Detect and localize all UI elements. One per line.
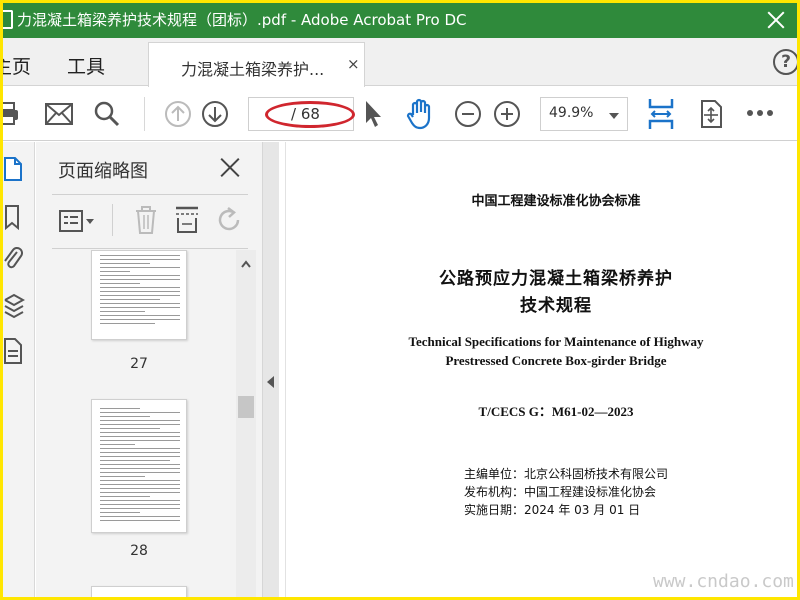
- panel-title: 页面缩略图: [58, 161, 148, 182]
- navigation-pane: [3, 142, 35, 597]
- tab-home[interactable]: 主页: [3, 52, 31, 79]
- zoom-level-select[interactable]: 49.9%: [540, 97, 628, 131]
- zoom-in-icon[interactable]: [493, 100, 521, 128]
- layers-icon[interactable]: [3, 292, 25, 320]
- rotate-icon[interactable]: [216, 206, 244, 234]
- thumbnail-page-number: 27: [130, 356, 148, 372]
- divider: [52, 248, 248, 249]
- thumbnail-page-28[interactable]: [91, 399, 187, 533]
- title-bar: 力混凝土箱梁养护技术规程（团标）.pdf - Adobe Acrobat Pro…: [3, 3, 797, 38]
- tab-row: 主页 工具 力混凝土箱梁养护... × ?: [3, 38, 797, 87]
- zoom-out-icon[interactable]: [454, 100, 482, 128]
- scrollbar-thumb[interactable]: [238, 396, 254, 418]
- bookmarks-icon[interactable]: [3, 204, 21, 230]
- print-icon[interactable]: [3, 101, 23, 127]
- thumbnail-panel: 页面缩略图 27 28: [36, 142, 262, 597]
- insert-page-icon[interactable]: [174, 206, 200, 234]
- close-panel-icon[interactable]: [218, 155, 242, 179]
- thumbnail-scrollbar[interactable]: [236, 250, 256, 597]
- doc-english-title-line2: Prestressed Concrete Box-girder Bridge: [445, 353, 667, 368]
- chief-editor: 主编单位：北京公科固桥技术有限公司: [464, 467, 669, 481]
- next-page-icon[interactable]: [201, 100, 229, 128]
- thumbnail-list: 27 28: [36, 250, 236, 597]
- select-cursor-icon[interactable]: [363, 99, 385, 129]
- doc-title-line1: 公路预应力混凝土箱梁桥养护: [439, 269, 673, 289]
- email-icon[interactable]: [45, 103, 73, 125]
- thumbnail-options-icon[interactable]: [58, 208, 98, 234]
- page-thumbnails-icon[interactable]: [3, 156, 23, 182]
- chevron-up-icon[interactable]: [240, 258, 252, 270]
- window-title: 力混凝土箱梁养护技术规程（团标）.pdf - Adobe Acrobat Pro…: [17, 11, 467, 29]
- app-document-icon: [3, 10, 13, 29]
- content-icon[interactable]: [3, 337, 23, 365]
- zoom-level-value: 49.9%: [549, 105, 594, 121]
- previous-page-icon[interactable]: [164, 100, 192, 128]
- document-view[interactable]: 中国工程建设标准化协会标准 公路预应力混凝土箱梁桥养护 技术规程 Technic…: [279, 142, 797, 597]
- standard-code: T/CECS G：M61-02—2023: [478, 404, 634, 419]
- full-screen-icon[interactable]: [697, 99, 725, 129]
- watermark-text: www.cndao.com: [653, 571, 794, 592]
- doc-english-title-line1: Technical Specifications for Maintenance…: [408, 334, 704, 349]
- publisher: 发布机构：中国工程建设标准化协会: [464, 485, 657, 499]
- more-options-icon[interactable]: [746, 109, 774, 117]
- document-page: 中国工程建设标准化协会标准 公路预应力混凝土箱梁桥养护 技术规程 Technic…: [285, 142, 797, 597]
- issuer-header: 中国工程建设标准化协会标准: [471, 194, 641, 209]
- acrobat-window: 力混凝土箱梁养护技术规程（团标）.pdf - Adobe Acrobat Pro…: [3, 3, 797, 597]
- attachments-icon[interactable]: [3, 246, 23, 272]
- effective-date: 实施日期：2024 年 03 月 01 日: [464, 503, 641, 517]
- toolbar: / 68 49.9%: [3, 87, 797, 141]
- collapse-arrow-icon[interactable]: [267, 376, 274, 388]
- thumbnail-page-number: 28: [130, 543, 148, 559]
- doc-title-line2: 技术规程: [520, 296, 592, 316]
- tab-document-label: 力混凝土箱梁养护...: [181, 60, 325, 79]
- page-total-label: / 68: [291, 105, 320, 123]
- current-page-input[interactable]: [251, 102, 281, 126]
- tab-close-icon[interactable]: ×: [347, 55, 360, 73]
- fit-width-icon[interactable]: [646, 97, 676, 131]
- window-close-button[interactable]: [763, 7, 789, 33]
- search-icon[interactable]: [94, 101, 120, 127]
- toolbar-divider: [144, 97, 145, 131]
- delete-icon[interactable]: [134, 205, 158, 235]
- hand-tool-icon[interactable]: [404, 98, 436, 130]
- thumbnail-page-27[interactable]: [91, 250, 187, 340]
- divider: [52, 194, 248, 195]
- tab-tools[interactable]: 工具: [67, 52, 105, 79]
- page-number-field[interactable]: / 68: [248, 97, 354, 131]
- tab-document[interactable]: 力混凝土箱梁养护... ×: [148, 42, 365, 87]
- chevron-down-icon: [609, 113, 619, 119]
- help-icon[interactable]: ?: [773, 49, 797, 75]
- thumbnail-page-29[interactable]: [91, 586, 187, 597]
- panel-collapse-bar[interactable]: [262, 142, 279, 597]
- divider: [112, 204, 113, 236]
